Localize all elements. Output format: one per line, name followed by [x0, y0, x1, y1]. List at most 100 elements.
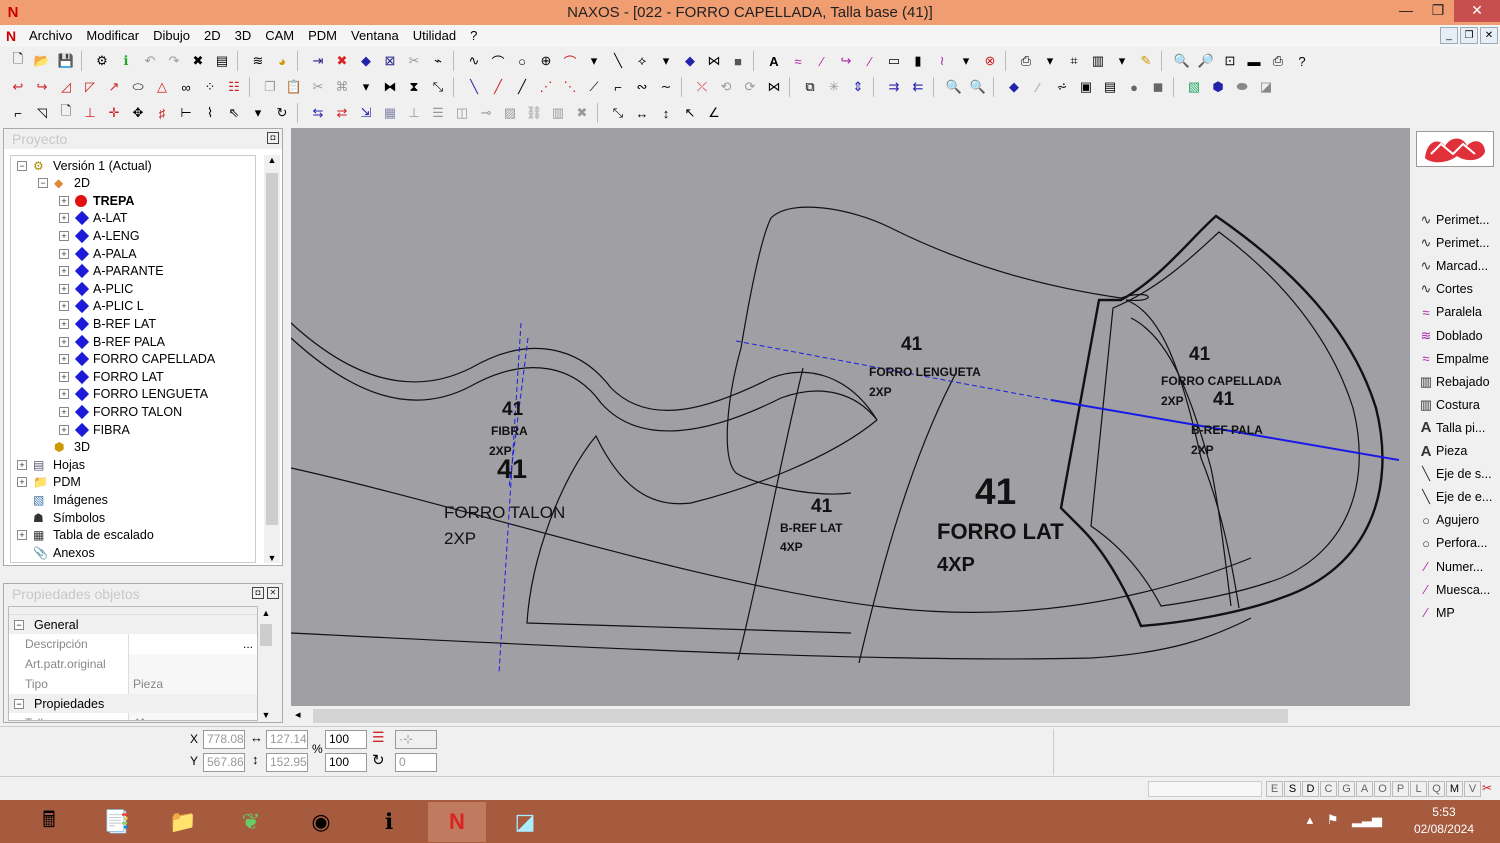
cube-icon[interactable]: ⬢ — [1206, 76, 1230, 98]
node-icon[interactable]: ◆ — [1002, 76, 1026, 98]
dropdown-icon[interactable]: ▾ — [246, 102, 270, 124]
pointer-icon[interactable]: ⇖ — [222, 102, 246, 124]
rotate-icon[interactable]: ⟳ — [738, 76, 762, 98]
width-field[interactable]: 127.14 — [266, 730, 308, 749]
status-flag[interactable]: P — [1392, 781, 1409, 797]
move-icon[interactable]: ⇇ — [906, 76, 930, 98]
menu-dibujo[interactable]: Dibujo — [146, 25, 197, 47]
zoom-fit-icon[interactable]: 🔍 — [1170, 50, 1194, 72]
stack-icon[interactable]: ◪ — [1254, 76, 1278, 98]
prop-value[interactable]: ... — [129, 634, 257, 654]
scale-icon[interactable]: ⤡ — [426, 76, 450, 98]
file-explorer-task-icon[interactable]: 📁 — [154, 802, 212, 842]
x-coordinate-field[interactable]: 778.08 — [203, 730, 245, 749]
restore-button[interactable]: ❐ — [1422, 0, 1454, 22]
dropdown-icon[interactable]: ▾ — [654, 50, 678, 72]
tool-item[interactable]: ≈ Empalme — [1416, 348, 1498, 370]
corner-tool-icon[interactable]: ◹ — [30, 102, 54, 124]
expand-icon[interactable]: + — [59, 406, 69, 417]
transform-icon[interactable]: ⌘ — [330, 76, 354, 98]
status-flag[interactable]: M — [1446, 781, 1463, 797]
menu-pdm[interactable]: PDM — [301, 25, 344, 47]
ramp-icon[interactable]: ⟋ — [582, 76, 606, 98]
tree-item[interactable]: ⬢ 3D — [38, 439, 90, 456]
columns-icon[interactable]: ◫ — [450, 102, 474, 124]
status-flag[interactable]: V — [1464, 781, 1481, 797]
drawing-canvas[interactable]: 41 FORRO LENGUETA 2XP 41 FORRO CAPELLADA… — [291, 128, 1410, 706]
db-icon[interactable]: ▦ — [378, 102, 402, 124]
measure-height-icon[interactable]: ↕ — [654, 102, 678, 124]
cut-line-icon[interactable]: ⤫ — [690, 76, 714, 98]
stamp-icon[interactable]: ▮ — [906, 50, 930, 72]
prop-row-talla[interactable]: Talla 41 — [9, 713, 257, 720]
dimension-icon[interactable]: ⊥ — [78, 102, 102, 124]
tree-item[interactable]: + FORRO LENGUETA — [59, 386, 208, 403]
expand-icon[interactable]: + — [59, 318, 69, 329]
line-draw-icon[interactable]: ╲ — [462, 76, 486, 98]
dial-icon[interactable]: ⊸ — [474, 102, 498, 124]
flip-h-icon[interactable]: ⧓ — [378, 76, 402, 98]
rotation-field[interactable]: 0 — [395, 753, 437, 772]
prop-value[interactable]: 41 — [129, 713, 257, 720]
prop-category-general[interactable]: − General — [9, 615, 257, 634]
save-icon[interactable]: 💾 — [54, 50, 78, 72]
tray-expand-icon[interactable]: ▴ — [1307, 812, 1314, 827]
tree-item[interactable]: + FIBRA — [59, 421, 130, 438]
expand-icon[interactable]: + — [59, 424, 69, 435]
curve-icon[interactable]: ⌒ — [486, 50, 510, 72]
layer-icon[interactable]: ⬬ — [1230, 76, 1254, 98]
bars-icon[interactable]: ☰ — [426, 102, 450, 124]
color-icon[interactable]: ◕ — [270, 50, 294, 72]
pin-icon[interactable]: ◘ — [252, 587, 264, 599]
scroll-down-icon[interactable]: ▼ — [258, 710, 274, 720]
tool-item[interactable]: ≋ Doblado — [1416, 325, 1498, 347]
tree-item[interactable]: ▧ Imágenes — [17, 491, 108, 508]
tree-item[interactable]: + A-PALA — [59, 245, 137, 262]
greenshot-task-icon[interactable]: ❦ — [222, 802, 280, 842]
rotate-icon[interactable]: ↻ — [372, 751, 385, 769]
move-all-icon[interactable]: ✥ — [126, 102, 150, 124]
tree-item[interactable]: + A-PLIC — [59, 280, 133, 297]
y-coordinate-field[interactable]: 567.86 — [203, 753, 245, 772]
merge-icon[interactable]: ⋈ — [762, 76, 786, 98]
menu-2d[interactable]: 2D — [197, 25, 228, 47]
dots-icon[interactable]: ⁘ — [198, 76, 222, 98]
angle-icon[interactable]: ↗ — [102, 76, 126, 98]
align-icon[interactable]: ⩫ — [1050, 76, 1074, 98]
dropdown-icon[interactable]: ▾ — [1038, 50, 1062, 72]
properties-icon[interactable]: ▤ — [210, 50, 234, 72]
tree-item[interactable]: + B-REF LAT — [59, 315, 156, 332]
mdi-restore-button[interactable]: ❐ — [1460, 27, 1478, 44]
frame-icon[interactable]: ▣ — [1074, 76, 1098, 98]
explode-icon[interactable]: ✳ — [822, 76, 846, 98]
status-flag[interactable]: E — [1266, 781, 1283, 797]
export-icon[interactable]: ⎙ — [1014, 50, 1038, 72]
height-field[interactable]: 152.95 — [266, 753, 308, 772]
tree-item[interactable]: + A-PARANTE — [59, 263, 164, 280]
flip-v-icon[interactable]: ⧗ — [402, 76, 426, 98]
status-flag[interactable]: C — [1320, 781, 1337, 797]
tree-item[interactable]: + A-PLIC L — [59, 298, 144, 315]
move-icon[interactable]: ⇉ — [882, 76, 906, 98]
status-flag[interactable]: A — [1356, 781, 1373, 797]
export-arrow-icon[interactable]: ⇲ — [354, 102, 378, 124]
zoom-in-icon[interactable]: 🔍 — [942, 76, 966, 98]
tape-icon[interactable]: ⌁ — [426, 50, 450, 72]
tree-item[interactable]: + A-LAT — [59, 210, 128, 227]
settings-icon[interactable]: ⚙ — [90, 50, 114, 72]
collapse-icon[interactable]: − — [17, 160, 27, 171]
tool-item[interactable]: ≈ Paralela — [1416, 301, 1498, 323]
shape-icon[interactable]: △ — [150, 76, 174, 98]
tree-item[interactable]: − ◆ 2D — [38, 175, 90, 192]
close-button[interactable]: ✕ — [1454, 0, 1500, 22]
tree-item[interactable]: + ▤ Hojas — [17, 456, 85, 473]
project-tree[interactable]: − ⚙ Versión 1 (Actual) − ◆ 2D + TREPA + A-LAT + A-L… — [10, 155, 256, 563]
pin-icon[interactable]: ◘ — [267, 132, 279, 144]
arc-tool-icon[interactable]: ↪ — [30, 76, 54, 98]
tree-item[interactable]: + FORRO TALON — [59, 403, 182, 420]
tool-item[interactable]: ○ Agujero — [1416, 509, 1498, 531]
group-icon[interactable]: ⊠ — [378, 50, 402, 72]
expand-icon[interactable]: + — [59, 301, 69, 312]
ellipsis-button[interactable]: ... — [243, 634, 253, 654]
tool-item[interactable]: ○ Perfora... — [1416, 532, 1498, 554]
